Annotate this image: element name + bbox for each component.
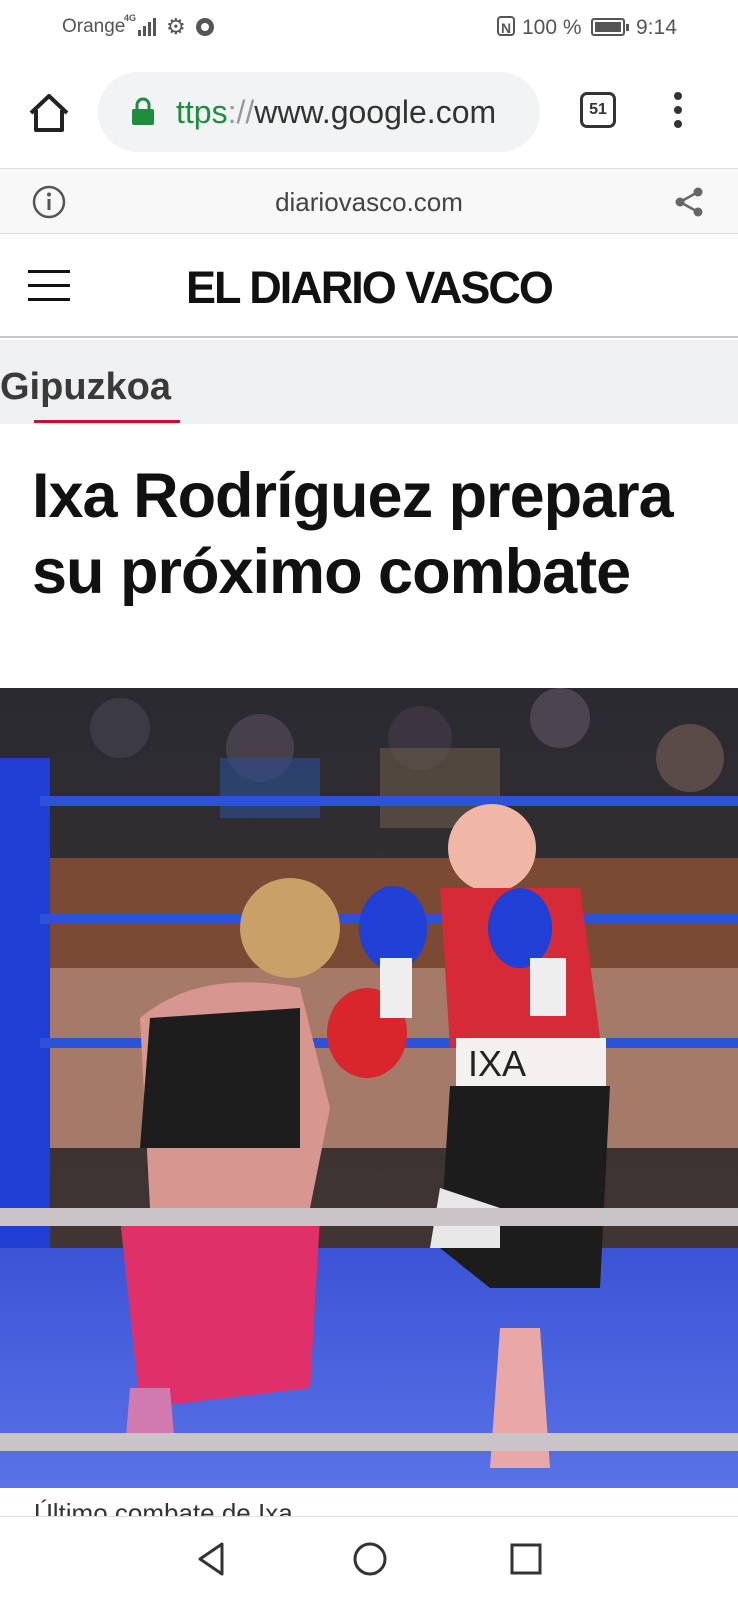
site-header: EL DIARIO VASCO xyxy=(0,234,738,338)
status-bar: Orange 4G ⚙ N 100 % 9:14 xyxy=(0,0,738,56)
network-type: 4G xyxy=(124,13,137,23)
trunks-label: IXA xyxy=(468,1043,526,1084)
section-link[interactable]: Gipuzkoa xyxy=(0,366,171,409)
back-icon[interactable] xyxy=(192,1539,232,1579)
url-scheme: ttps xyxy=(176,94,228,130)
section-underline xyxy=(34,420,180,423)
boxing-photo-illustration: IXA xyxy=(0,688,738,1488)
lock-icon xyxy=(132,97,154,125)
system-nav-bar xyxy=(0,1516,738,1600)
site-logo[interactable]: EL DIARIO VASCO xyxy=(0,262,738,314)
battery-icon xyxy=(591,18,629,36)
home-circle-icon[interactable] xyxy=(350,1539,390,1579)
chrome-icon xyxy=(196,18,214,36)
share-icon[interactable] xyxy=(672,185,706,219)
url-host: www.google.com xyxy=(254,94,497,130)
more-vert-icon[interactable] xyxy=(672,92,684,132)
url-separator: :// xyxy=(227,94,255,130)
nfc-icon: N xyxy=(497,16,515,36)
recents-icon[interactable] xyxy=(508,1541,544,1577)
battery-percent: 100 % xyxy=(522,16,582,39)
settings-gear-icon: ⚙ xyxy=(166,14,186,39)
clock: 9:14 xyxy=(636,16,677,39)
carrier-name: Orange xyxy=(62,16,126,37)
tab-switcher-icon[interactable]: 51 xyxy=(580,92,616,128)
page-domain: diariovasco.com xyxy=(275,187,463,217)
article-headline: Ixa Rodríguez prepara su próximo combate xyxy=(32,461,674,607)
url-text[interactable]: ttps://www.google.com xyxy=(176,94,496,131)
article-photo[interactable]: IXA xyxy=(0,688,738,1488)
url-bar[interactable]: ttps://www.google.com xyxy=(98,72,540,152)
section-bar: Gipuzkoa xyxy=(0,340,738,424)
signal-icon xyxy=(138,18,156,36)
browser-toolbar: ttps://www.google.com 51 xyxy=(0,56,738,168)
site-info-bar: diariovasco.com xyxy=(0,168,738,234)
home-icon[interactable] xyxy=(26,90,72,136)
